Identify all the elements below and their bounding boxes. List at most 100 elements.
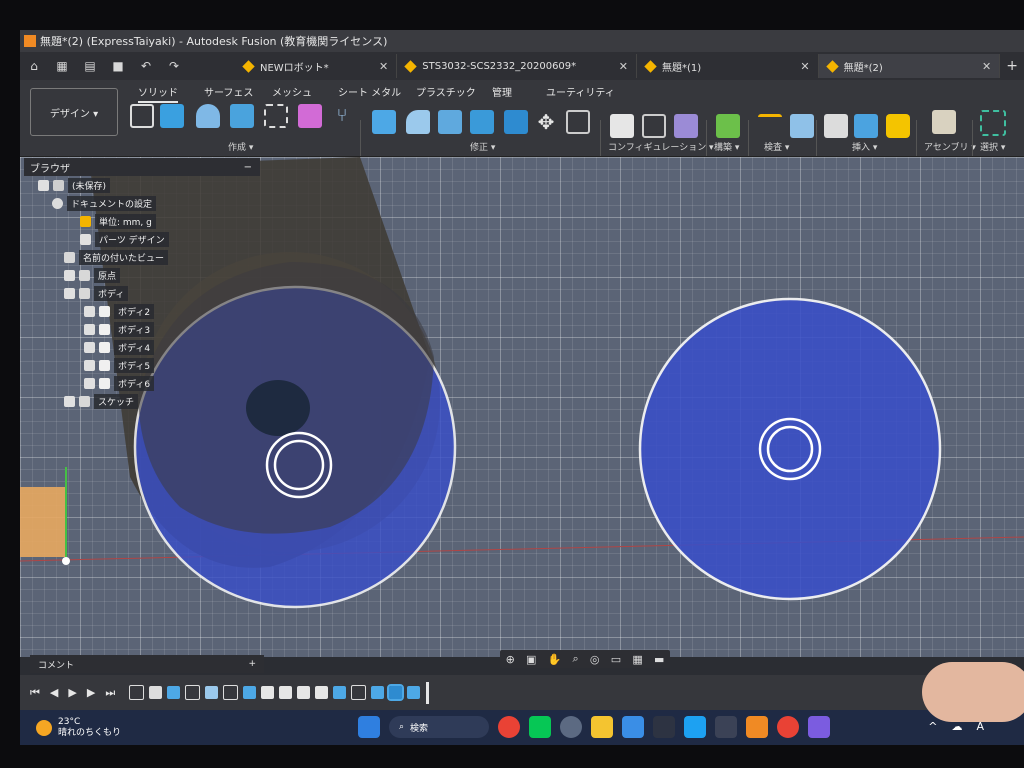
browser-item-part-design[interactable]: パーツ デザイン [24,230,260,248]
group-assemble[interactable]: アセンブリ ▾ [924,140,976,153]
timeline-feature-icon[interactable] [149,686,163,699]
undo-icon[interactable]: ↶ [138,59,154,73]
group-construct[interactable]: 構築 ▾ [714,140,739,153]
orbit-icon[interactable]: ⊕ [506,653,515,666]
group-insert[interactable]: 挿入 ▾ [852,140,877,153]
eye-icon[interactable] [38,179,49,191]
timeline-move-icon[interactable] [261,686,275,699]
zoom-icon[interactable]: ⌕ [573,652,579,666]
timeline-sketch-icon[interactable] [223,685,239,700]
timeline-extrude-icon[interactable] [371,686,385,699]
close-icon[interactable]: ✕ [339,60,388,73]
group-select[interactable]: 選択 ▾ [980,140,1005,153]
doc-tab-untitled-1[interactable]: 無題*(1) ✕ [637,54,819,78]
tab-manage[interactable]: 管理 [492,84,512,99]
interference-icon[interactable] [790,114,814,138]
timeline-sketch-icon[interactable] [185,685,201,700]
browser-item-body6[interactable]: ボディ6 [24,374,260,392]
eye-icon[interactable] [84,341,95,353]
file-icon[interactable]: ▤ [82,59,98,73]
weather-widget[interactable]: 23°C 晴れのちくもり [36,717,121,739]
press-pull-icon[interactable] [372,110,396,134]
eye-icon[interactable] [84,377,95,389]
doc-tab-sts3032[interactable]: STS3032-SCS2332_20200609* ✕ [397,54,637,78]
add-comment-button[interactable]: + [248,659,256,669]
select-icon[interactable] [980,110,1006,136]
go-to-start-icon[interactable]: ⏮ [30,686,40,700]
browser-item-sketches[interactable]: スケッチ [24,392,260,410]
browser-item-root[interactable]: (未保存) [24,176,260,194]
align-icon[interactable] [566,110,590,134]
redo-icon[interactable]: ↷ [166,59,182,73]
timeline-revolve-icon[interactable] [205,686,219,699]
snipping-icon[interactable] [653,716,675,738]
timeline-marker[interactable] [426,681,430,704]
rectangular-pattern-icon[interactable] [264,104,288,128]
tab-utilities[interactable]: ユーティリティ [546,84,615,99]
fit-icon[interactable]: ◎ [590,653,600,666]
browser-header[interactable]: ブラウザ − [24,158,260,176]
timeline-move-icon[interactable] [315,686,329,699]
grid-icon[interactable]: ▦ [54,59,70,73]
start-icon[interactable] [358,716,380,738]
go-to-end-icon[interactable]: ⏭ [105,686,115,700]
timeline-move-icon[interactable] [279,686,293,699]
doc-tab-newrobot[interactable]: NEWロボット* ✕ [235,54,398,78]
display-settings-icon[interactable]: ▭ [611,653,621,666]
group-configuration[interactable]: コンフィギュレーション ▾ [608,140,714,153]
doc-tab-untitled-2[interactable]: 無題*(2) ✕ [818,54,1001,78]
table-icon[interactable] [642,114,666,138]
sweep-icon[interactable] [230,104,254,128]
new-component-icon[interactable] [932,110,956,134]
fillet-icon[interactable] [406,110,430,134]
timeline-extrude-icon[interactable] [167,686,181,699]
browser-item-body4[interactable]: ボディ4 [24,338,260,356]
home-icon[interactable]: ⌂ [26,59,42,73]
save-icon[interactable]: ■ [110,59,126,73]
timeline-extrude-icon[interactable] [243,686,257,699]
offset-plane-icon[interactable] [716,114,740,138]
minimize-icon[interactable]: − [244,162,252,173]
step-back-icon[interactable]: ◀ [50,686,58,699]
eye-icon[interactable] [84,323,95,335]
extrude-icon[interactable] [160,104,184,128]
fusion-taskbar-icon[interactable] [746,716,768,738]
timeline-sketch-icon[interactable] [129,685,145,700]
browser-item-bodies[interactable]: ボディ [24,284,260,302]
timeline-extrude-icon[interactable] [333,686,347,699]
close-icon[interactable]: ✕ [579,60,628,73]
eye-icon[interactable] [64,287,75,299]
combine-icon[interactable] [504,110,528,134]
browser-item-body5[interactable]: ボディ5 [24,356,260,374]
branch-icon[interactable]: ⑂ [330,104,354,128]
browser-item-body2[interactable]: ボディ2 [24,302,260,320]
ime-icon[interactable] [715,716,737,738]
comments-panel[interactable]: コメント + [30,655,264,673]
insert-mcmaster-icon[interactable] [886,114,910,138]
revolve-icon[interactable] [196,104,220,128]
taskbar-search[interactable]: ⌕ 検索 [389,716,489,738]
tab-solid[interactable]: ソリッド [138,84,178,103]
origin-body[interactable] [20,487,66,557]
eye-icon[interactable] [84,305,95,317]
pan-icon[interactable]: ✋ [548,653,562,666]
tab-plastic[interactable]: プラスチック [416,84,476,99]
tab-surface[interactable]: サーフェス [204,84,253,99]
browser-item-origin[interactable]: 原点 [24,266,260,284]
chrome-icon[interactable] [498,716,520,738]
browser-item-doc-settings[interactable]: ドキュメントの設定 [24,194,260,212]
tab-sheet-metal[interactable]: シート メタル [338,84,401,99]
viewports-icon[interactable]: ▬ [654,653,664,666]
group-create[interactable]: 作成 ▾ [228,140,253,153]
measure-icon[interactable] [758,114,782,127]
origin-point[interactable] [62,557,70,565]
eye-icon[interactable] [64,395,75,407]
chamfer-icon[interactable] [438,110,462,134]
close-icon[interactable]: ✕ [942,60,991,73]
timeline-extrude-icon[interactable] [407,686,421,699]
shell-icon[interactable] [470,110,494,134]
grid-settings-icon[interactable]: ▦ [632,653,642,666]
eye-icon[interactable] [64,269,75,281]
browser-item-body3[interactable]: ボディ3 [24,320,260,338]
tab-mesh[interactable]: メッシュ [272,84,312,99]
